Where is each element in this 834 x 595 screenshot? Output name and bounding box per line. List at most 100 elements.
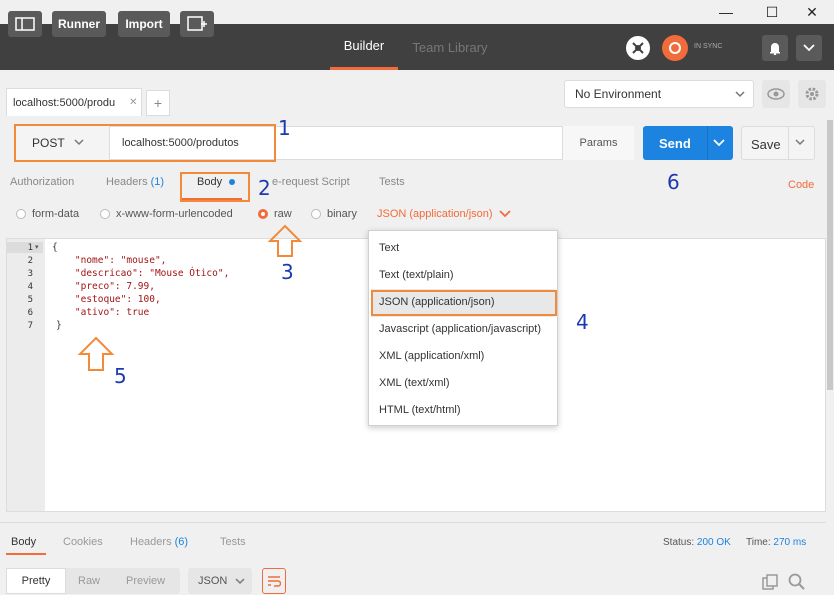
- close-window-button[interactable]: ✕: [792, 0, 832, 24]
- radio-label: binary: [327, 208, 357, 220]
- dropdown-item[interactable]: XML (text/xml): [379, 377, 450, 389]
- chevron-down-icon: [498, 210, 511, 218]
- radio-circle: [311, 209, 321, 219]
- import-button[interactable]: Import: [118, 11, 170, 37]
- content-type-label: JSON (application/json): [377, 208, 493, 220]
- send-button[interactable]: Send: [643, 126, 733, 160]
- raw-button[interactable]: Raw: [78, 568, 100, 594]
- new-tab-button[interactable]: +: [146, 90, 170, 116]
- new-window-button[interactable]: [180, 11, 214, 37]
- radio-label: x-www-form-urlencoded: [116, 208, 233, 220]
- fold-arrow-icon[interactable]: ▾: [35, 243, 39, 251]
- dropdown-item[interactable]: Text (text/plain): [379, 269, 454, 281]
- sync-status: IN SYNC: [694, 43, 723, 50]
- code-link[interactable]: Code: [788, 179, 814, 191]
- params-button[interactable]: Params: [562, 126, 634, 160]
- radio-binary[interactable]: binary: [311, 208, 357, 220]
- dropdown-item[interactable]: XML (application/xml): [379, 350, 484, 362]
- maximize-button[interactable]: ☐: [752, 0, 792, 24]
- line-number: 6: [27, 308, 33, 318]
- chevron-down-icon: [735, 91, 745, 98]
- sidebar-icon: [15, 17, 35, 31]
- time-label: Time:: [746, 537, 771, 548]
- status-readout: Status: 200 OK: [663, 537, 731, 548]
- tab-tests[interactable]: Tests: [379, 176, 405, 188]
- radio-circle-selected: [258, 209, 268, 219]
- manage-environments-button[interactable]: [798, 80, 826, 108]
- radio-urlencoded[interactable]: x-www-form-urlencoded: [100, 208, 233, 220]
- chevron-down-icon[interactable]: [795, 139, 805, 146]
- environment-select[interactable]: No Environment: [564, 80, 754, 108]
- code-line: "ativo": true: [52, 307, 150, 318]
- status-value: 200 OK: [696, 537, 731, 548]
- interceptor-icon[interactable]: [626, 36, 650, 60]
- pretty-button[interactable]: Pretty: [6, 568, 66, 594]
- search-icon[interactable]: [788, 573, 806, 591]
- response-tab-headers[interactable]: Headers (6): [130, 536, 188, 548]
- annotation-box-json: [371, 290, 557, 316]
- radio-circle: [16, 209, 26, 219]
- sync-icon[interactable]: [662, 35, 688, 61]
- wrap-lines-button[interactable]: [262, 568, 286, 594]
- response-headers-count: (6): [174, 536, 189, 548]
- radio-form-data[interactable]: form-data: [16, 208, 79, 220]
- save-label: Save: [751, 137, 781, 152]
- bell-icon: [770, 43, 780, 55]
- format-select[interactable]: JSON: [188, 568, 252, 594]
- runner-button[interactable]: Runner: [52, 11, 106, 37]
- line-number: 3: [27, 269, 33, 279]
- close-tab-icon[interactable]: ✕: [129, 97, 137, 108]
- radio-circle: [100, 209, 110, 219]
- dropdown-item[interactable]: Text: [379, 242, 399, 254]
- up-arrow-icon: [268, 224, 302, 257]
- scrollbar-thumb[interactable]: [827, 120, 833, 390]
- radio-label: raw: [274, 208, 292, 220]
- gear-icon: [805, 87, 819, 101]
- annotation-number-1: 1: [278, 116, 291, 140]
- minimize-button[interactable]: —: [706, 0, 746, 24]
- notifications-button[interactable]: [762, 35, 788, 61]
- nav-team-library[interactable]: Team Library: [405, 24, 495, 70]
- code-line: "descricao": "Mouse Ótico",: [52, 268, 230, 279]
- radio-raw[interactable]: raw: [258, 208, 292, 220]
- save-button[interactable]: Save: [741, 126, 815, 160]
- response-tab-body[interactable]: Body: [11, 536, 36, 548]
- annotation-number-2: 2: [258, 176, 271, 200]
- line-number: 4: [27, 282, 33, 292]
- quick-look-button[interactable]: [762, 80, 790, 108]
- dropdown-item[interactable]: HTML (text/html): [379, 404, 461, 416]
- nav-builder[interactable]: Builder: [330, 24, 398, 70]
- response-tab-cookies[interactable]: Cookies: [63, 536, 103, 548]
- content-type-dropdown: Text Text (text/plain) JSON (application…: [368, 230, 558, 426]
- chevron-down-icon[interactable]: [713, 139, 725, 147]
- eye-icon: [767, 88, 785, 100]
- line-number: 2: [27, 256, 33, 266]
- settings-dropdown-button[interactable]: [796, 35, 822, 61]
- code-line: "estoque": 100,: [52, 294, 161, 305]
- line-number: 7: [27, 321, 33, 331]
- tab-prerequest-script[interactable]: e-request Script: [272, 176, 350, 188]
- headers-count: (1): [150, 176, 165, 188]
- line-number: 1: [27, 243, 33, 253]
- response-tab-tests[interactable]: Tests: [220, 536, 246, 548]
- copy-icon[interactable]: [762, 574, 778, 590]
- sidebar-toggle-button[interactable]: [8, 11, 42, 37]
- time-readout: Time: 270 ms: [746, 537, 806, 548]
- request-tab-label: localhost:5000/produ: [13, 96, 116, 109]
- response-active-underline: [6, 553, 46, 555]
- tab-headers[interactable]: Headers (1): [106, 176, 164, 188]
- annotation-number-6: 6: [667, 170, 680, 194]
- annotation-box-body-tab: [180, 172, 250, 202]
- code-line: "nome": "mouse",: [52, 255, 167, 266]
- chevron-down-icon: [803, 44, 815, 52]
- annotation-number-4: 4: [576, 310, 589, 334]
- radio-label: form-data: [32, 208, 80, 220]
- request-tab[interactable]: localhost:5000/produ ✕: [6, 88, 142, 116]
- code-line: "preco": 7.99,: [52, 281, 155, 292]
- content-type-select[interactable]: JSON (application/json): [377, 208, 511, 220]
- annotation-number-5: 5: [114, 364, 127, 388]
- time-value: 270 ms: [773, 537, 807, 548]
- tab-authorization[interactable]: Authorization: [10, 176, 74, 188]
- preview-button[interactable]: Preview: [126, 568, 165, 594]
- dropdown-item[interactable]: Javascript (application/javascript): [379, 323, 541, 335]
